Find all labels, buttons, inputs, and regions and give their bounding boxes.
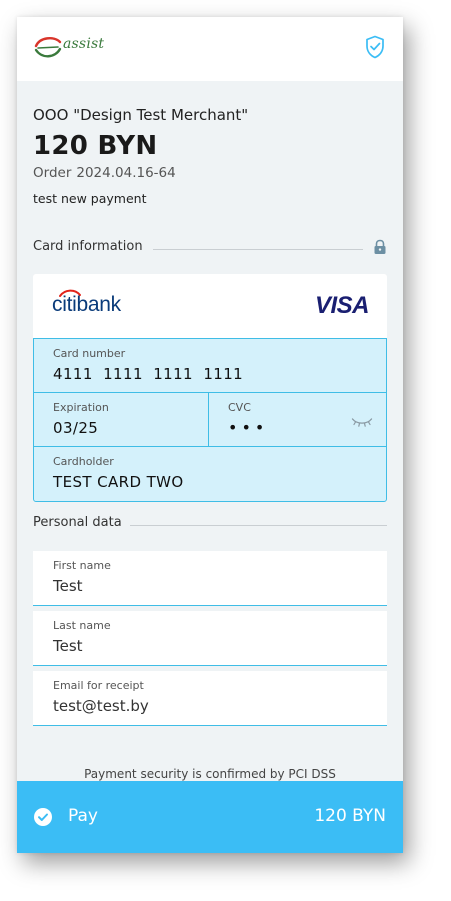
shield-check-icon[interactable]	[365, 35, 385, 59]
citibank-logo-bank: bank	[76, 293, 121, 316]
last-name-input[interactable]: Test	[53, 637, 83, 655]
cardholder-label: Cardholder	[53, 455, 114, 468]
card-number-input[interactable]: 4111 1111 1111 1111	[53, 365, 243, 383]
order-amount: 120 BYN	[33, 131, 158, 161]
card-number-field[interactable]: Card number 4111 1111 1111 1111	[34, 339, 386, 393]
cvc-label: CVC	[228, 401, 251, 414]
card-number-label: Card number	[53, 347, 126, 360]
personal-data-section-header: Personal data	[33, 515, 387, 535]
email-label: Email for receipt	[53, 679, 144, 692]
section-divider	[153, 249, 363, 250]
order-number-line: Order 2024.04.16-64	[33, 165, 176, 181]
cardholder-input[interactable]: TEST CARD TWO	[53, 473, 184, 491]
personal-data-title: Personal data	[33, 515, 130, 530]
assist-logo: assist	[33, 32, 105, 62]
check-circle-icon	[34, 808, 52, 826]
order-description: test new payment	[33, 191, 147, 206]
assist-logo-text: assist	[63, 36, 105, 52]
eye-closed-icon[interactable]	[351, 416, 373, 428]
email-input[interactable]: test@test.by	[53, 697, 149, 715]
expiration-label: Expiration	[53, 401, 109, 414]
payment-screen: assist OOO "Design Test Merchant" 120 BY…	[17, 17, 403, 853]
header-bar: assist	[17, 17, 403, 81]
last-name-field[interactable]: Last name Test	[33, 611, 387, 666]
first-name-field[interactable]: First name Test	[33, 551, 387, 606]
card-information-title: Card information	[33, 239, 151, 254]
card-fields-panel: Card number 4111 1111 1111 1111 Expirati…	[33, 338, 387, 502]
security-note: Payment security is confirmed by PCI DSS	[84, 767, 336, 781]
merchant-name: OOO "Design Test Merchant"	[33, 106, 249, 124]
pay-button[interactable]: Pay 120 BYN	[17, 781, 403, 853]
card-brand-panel: citibank VISA	[33, 274, 387, 338]
first-name-label: First name	[53, 559, 111, 572]
cvc-field[interactable]: CVC •••	[209, 393, 386, 447]
section-divider	[129, 525, 387, 526]
email-field[interactable]: Email for receipt test@test.by	[33, 671, 387, 726]
citibank-logo: citibank	[52, 293, 121, 317]
lock-icon	[374, 239, 386, 254]
last-name-label: Last name	[53, 619, 111, 632]
cardholder-field[interactable]: Cardholder TEST CARD TWO	[34, 447, 386, 501]
first-name-input[interactable]: Test	[53, 577, 83, 595]
cvc-input[interactable]: •••	[228, 418, 268, 437]
order-label: Order	[33, 165, 72, 181]
pay-amount: 120 BYN	[314, 806, 386, 826]
order-number: 2024.04.16-64	[76, 165, 176, 181]
card-information-section-header: Card information	[33, 239, 387, 259]
citibank-logo-citi: citi	[52, 293, 77, 316]
expiration-input[interactable]: 03/25	[53, 419, 98, 437]
expiration-field[interactable]: Expiration 03/25	[34, 393, 209, 447]
visa-logo: VISA	[314, 292, 370, 319]
assist-logo-mark	[34, 37, 62, 58]
pay-label: Pay	[68, 806, 98, 826]
